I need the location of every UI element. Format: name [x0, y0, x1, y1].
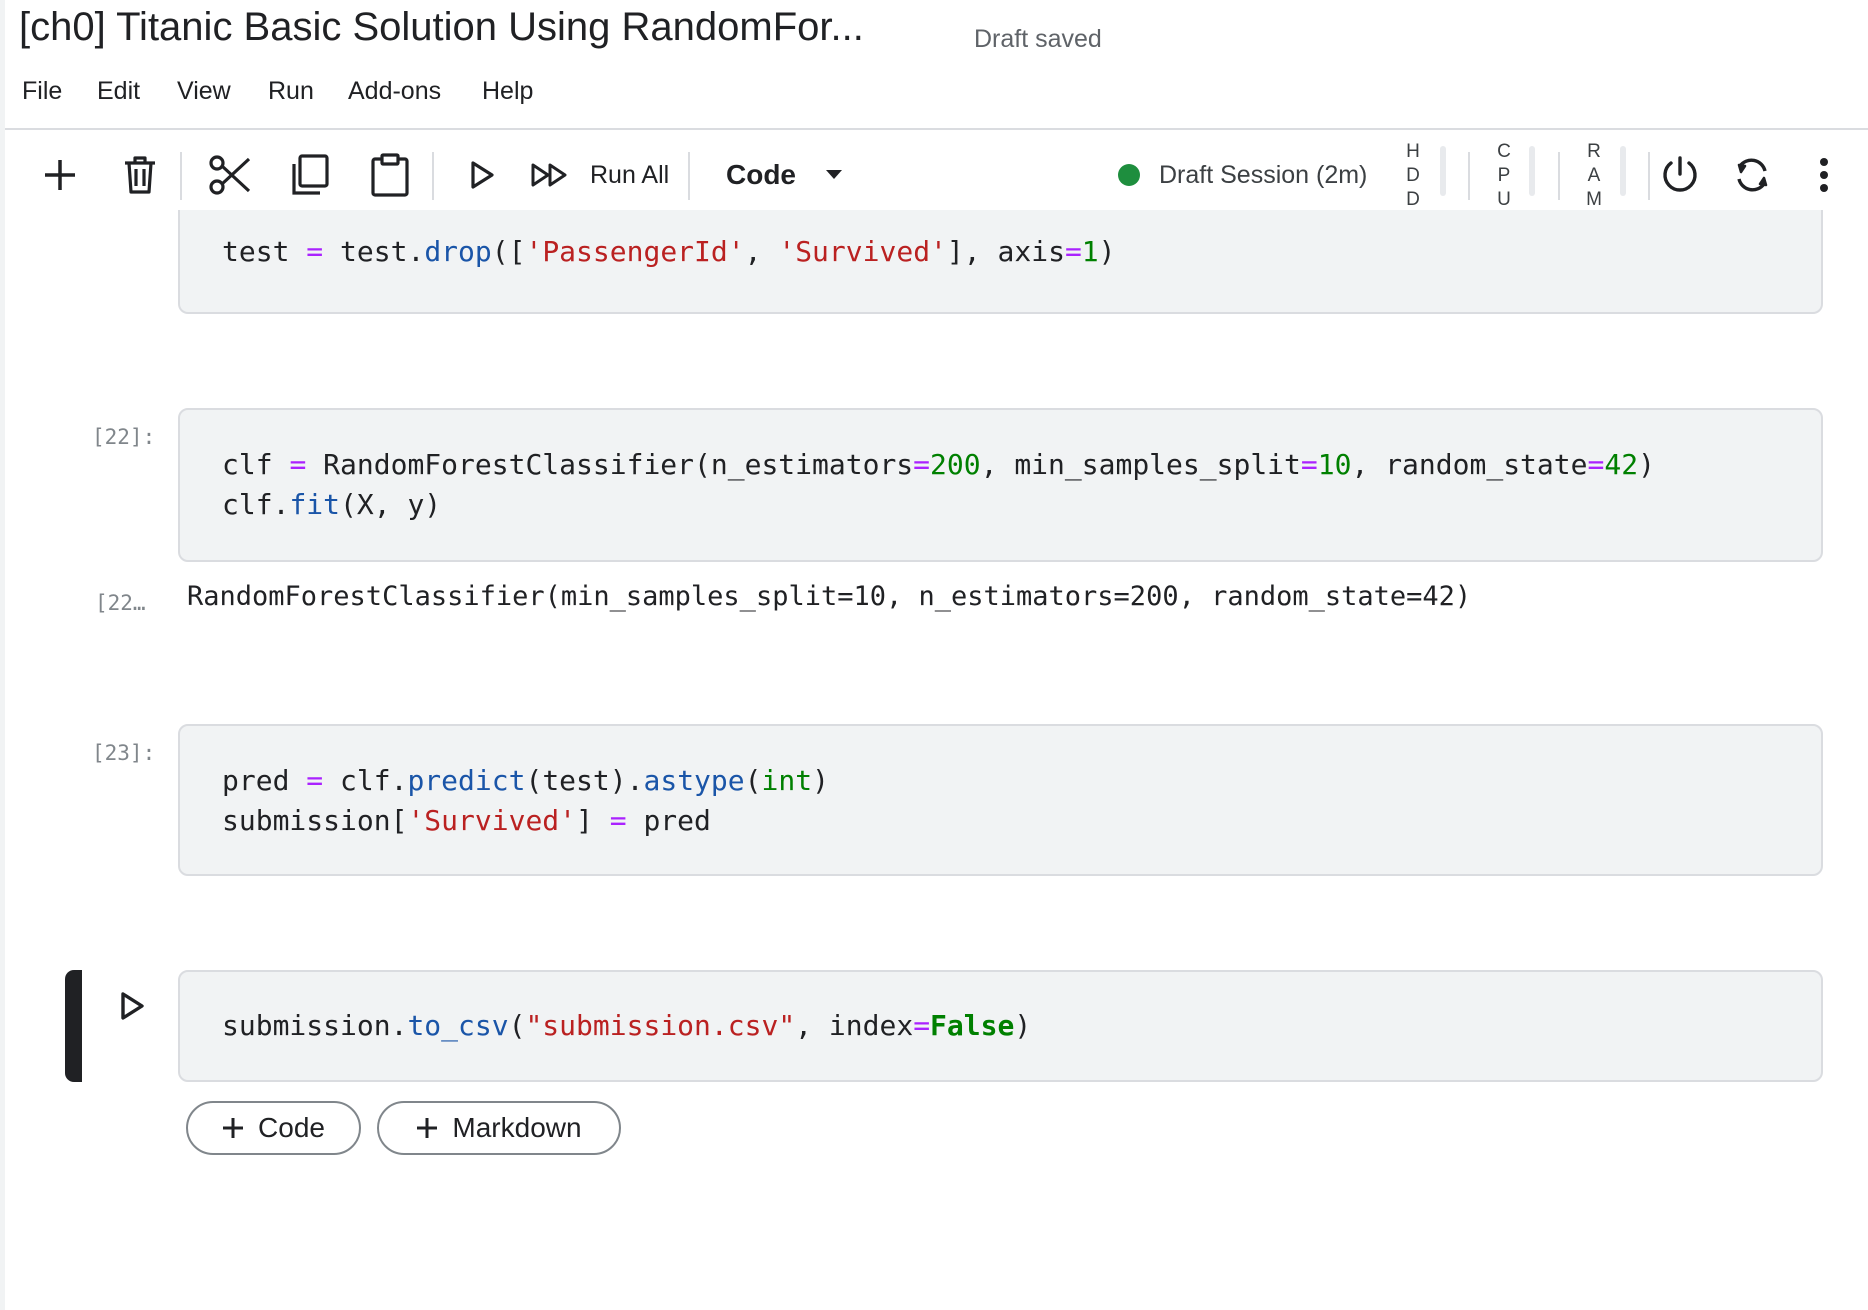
code-line[interactable]: test = test.drop(['PassengerId', 'Surviv…	[222, 232, 1116, 272]
cpu-meter-bar	[1529, 146, 1535, 196]
ram-meter-label: R A M	[1586, 141, 1602, 210]
menu-file[interactable]: File	[22, 74, 62, 108]
cell-execution-count: [22]:	[92, 425, 156, 449]
trash-icon	[125, 156, 155, 194]
code-cell[interactable]: pred = clf.predict(test).astype(int) sub…	[178, 724, 1823, 876]
cell-output: RandomForestClassifier(min_samples_split…	[187, 581, 1472, 612]
code-line[interactable]: submission['Survived'] = pred	[222, 801, 711, 841]
add-cell-button[interactable]	[36, 130, 84, 220]
toolbar: Run All Code Draft Session (2m) H D D C …	[0, 130, 1868, 220]
stop-session-button[interactable]	[1656, 130, 1704, 220]
code-line[interactable]: submission.to_csv("submission.csv", inde…	[222, 1006, 1031, 1046]
code-line[interactable]: clf.fit(X, y)	[222, 485, 441, 525]
toolbar-separator	[1558, 152, 1560, 200]
menu-view[interactable]: View	[177, 74, 231, 108]
session-status[interactable]: Draft Session (2m)	[1159, 158, 1367, 192]
copy-icon	[292, 154, 329, 195]
hdd-meter-label: H D D	[1406, 141, 1420, 210]
menu-add-ons[interactable]: Add-ons	[348, 74, 441, 108]
plus-icon	[45, 160, 75, 190]
code-cell-active[interactable]: submission.to_csv("submission.csv", inde…	[178, 970, 1823, 1082]
toolbar-separator	[1648, 152, 1650, 200]
code-cell[interactable]: clf = RandomForestClassifier(n_estimator…	[178, 408, 1823, 562]
delete-cell-button[interactable]	[116, 130, 164, 220]
toolbar-separator	[180, 152, 182, 200]
play-icon	[471, 161, 494, 189]
more-vert-icon	[1820, 158, 1828, 192]
restart-icon	[1737, 158, 1768, 192]
restart-session-button[interactable]	[1728, 130, 1776, 220]
clipboard-icon	[371, 153, 409, 197]
ram-meter-bar	[1620, 146, 1626, 196]
run-all-button[interactable]: Run All	[530, 130, 696, 220]
menu-run[interactable]: Run	[268, 74, 314, 108]
plus-icon	[223, 1118, 244, 1138]
toolbar-separator	[432, 152, 434, 200]
add-markdown-label: Markdown	[452, 1112, 582, 1143]
output-execution-count: [22…	[95, 591, 146, 615]
plus-icon	[417, 1118, 438, 1138]
scissors-icon	[209, 155, 251, 195]
cpu-meter-label: C P U	[1497, 141, 1511, 210]
copy-button[interactable]	[286, 130, 334, 220]
code-line[interactable]: pred = clf.predict(test).astype(int)	[222, 761, 829, 801]
run-all-label: Run All	[590, 160, 670, 189]
menu-help[interactable]: Help	[482, 74, 533, 108]
cut-button[interactable]	[206, 130, 254, 220]
more-options-button[interactable]	[1804, 130, 1844, 220]
notebook-title[interactable]: [ch0] Titanic Basic Solution Using Rando…	[19, 2, 864, 52]
active-cell-indicator	[65, 970, 82, 1082]
fast-forward-icon	[531, 163, 567, 187]
toolbar-separator	[1468, 152, 1470, 200]
code-cell[interactable]: test = test.drop(['PassengerId', 'Surviv…	[178, 210, 1823, 314]
power-icon	[1663, 156, 1697, 192]
paste-button[interactable]	[366, 130, 414, 220]
cell-execution-count: [23]:	[92, 741, 156, 765]
play-icon	[121, 992, 144, 1020]
add-code-cell-button[interactable]: Code	[186, 1101, 361, 1155]
run-cell-button[interactable]	[110, 984, 154, 1028]
save-status: Draft saved	[974, 25, 1102, 53]
menu-edit[interactable]: Edit	[97, 74, 140, 108]
toolbar-separator	[688, 152, 690, 200]
hdd-meter-bar	[1440, 146, 1446, 196]
add-code-label: Code	[258, 1112, 325, 1143]
cell-type-label: Code	[726, 159, 796, 190]
cell-type-select[interactable]: Code	[726, 130, 856, 220]
add-markdown-cell-button[interactable]: Markdown	[377, 1101, 621, 1155]
run-cell-button[interactable]	[458, 130, 506, 220]
caret-down-icon	[826, 170, 842, 179]
code-line[interactable]: clf = RandomForestClassifier(n_estimator…	[222, 445, 1655, 485]
session-status-dot	[1118, 164, 1140, 186]
